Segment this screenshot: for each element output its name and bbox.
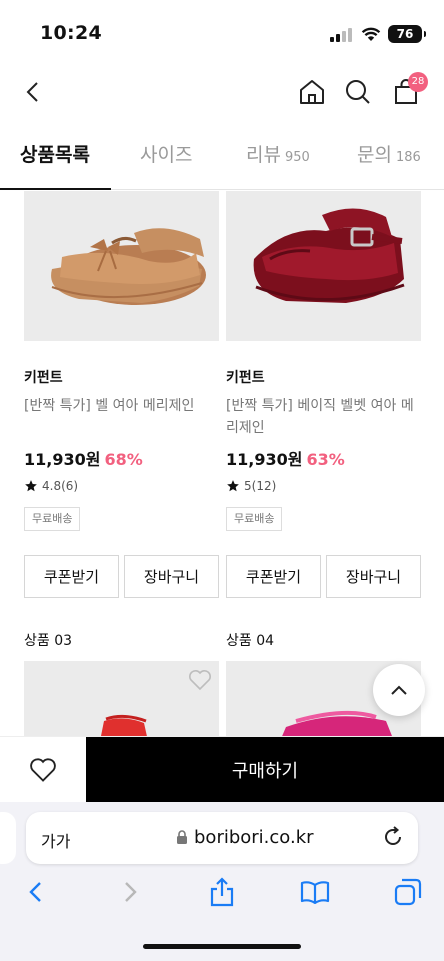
product-tabs: 상품목록 사이즈 리뷰 950 문의 186: [0, 126, 444, 190]
product-name[interactable]: [반짝 특가] 베이직 벨벳 여아 메리제인: [226, 395, 424, 439]
tab-label: 문의: [357, 144, 392, 166]
browser-back-button[interactable]: [20, 876, 50, 908]
add-to-cart-button[interactable]: 장바구니: [124, 555, 219, 598]
heart-icon: [30, 758, 56, 782]
cart-count-badge: 28: [408, 72, 428, 92]
lock-icon: [177, 830, 187, 844]
text-size-button[interactable]: 가가: [41, 828, 70, 852]
star-icon: [227, 480, 239, 492]
share-icon: [210, 877, 234, 907]
tabs-icon: [394, 878, 422, 906]
battery-indicator: 76: [388, 25, 426, 43]
discount-rate: 68%: [104, 450, 143, 469]
tab-reviews[interactable]: 리뷰 950: [246, 140, 310, 167]
rating-value: 4.8(6): [42, 479, 79, 493]
product-brand: 키펀트: [226, 370, 265, 386]
browser-forward-button[interactable]: [116, 876, 146, 908]
home-icon: [300, 80, 324, 104]
product-rating: 5(12): [226, 479, 276, 493]
url-text: boribori.co.kr: [194, 827, 314, 848]
cellular-signal-icon: [330, 28, 354, 42]
rating-value: 5(12): [244, 479, 277, 493]
active-tab-indicator: [0, 188, 111, 190]
shoe-illustration: [51, 228, 206, 305]
back-button[interactable]: [14, 74, 50, 110]
chevron-left-icon: [26, 82, 38, 102]
wifi-icon: [361, 27, 381, 41]
coupon-button[interactable]: 쿠폰받기: [226, 555, 321, 598]
previous-tab-preview[interactable]: [0, 812, 16, 864]
address-bar[interactable]: 가가 boribori.co.kr: [26, 812, 418, 864]
status-bar: 10:24 76: [0, 0, 444, 64]
product-rating: 4.8(6): [24, 479, 78, 493]
inquiry-count: 186: [395, 150, 421, 165]
coupon-button[interactable]: 쿠폰받기: [24, 555, 119, 598]
wishlist-button[interactable]: [0, 737, 86, 803]
reload-icon[interactable]: [382, 826, 404, 848]
product-actions: 쿠폰받기 장바구니: [24, 555, 219, 598]
product-image[interactable]: [24, 661, 219, 741]
search-icon: [346, 80, 370, 104]
url-display[interactable]: boribori.co.kr: [176, 827, 314, 848]
product-price: 11,930원: [24, 450, 101, 469]
tab-label: 리뷰: [246, 144, 281, 166]
chevron-right-icon: [125, 882, 137, 902]
tab-size[interactable]: 사이즈: [140, 140, 192, 167]
tab-label: 상품목록: [20, 144, 90, 166]
tab-inquiry[interactable]: 문의 186: [357, 140, 421, 167]
home-button[interactable]: [294, 74, 330, 110]
product-image[interactable]: [24, 191, 219, 341]
product-actions: 쿠폰받기 장바구니: [226, 555, 421, 598]
product-label: 상품 04: [226, 633, 275, 649]
scroll-to-top-button[interactable]: [373, 664, 425, 716]
home-indicator: [143, 944, 301, 949]
add-to-cart-button[interactable]: 장바구니: [326, 555, 421, 598]
product-price: 11,930원: [226, 450, 303, 469]
review-count: 950: [284, 150, 310, 165]
search-button[interactable]: [340, 74, 376, 110]
product-image[interactable]: [226, 191, 421, 341]
free-shipping-tag: 무료배송: [226, 507, 283, 531]
purchase-bar: 구매하기: [0, 736, 444, 803]
book-icon: [300, 881, 330, 904]
product-label: 상품 03: [24, 633, 73, 649]
bookmarks-button[interactable]: [300, 876, 330, 908]
chevron-left-icon: [29, 882, 41, 902]
product-price-row: 11,930원 63%: [226, 446, 345, 470]
app-header: 28: [0, 64, 444, 120]
cart-button[interactable]: 28: [388, 72, 428, 110]
chevron-up-icon: [391, 685, 407, 695]
product-name[interactable]: [반짝 특가] 벨 여아 메리제인: [24, 395, 222, 417]
buy-now-button[interactable]: 구매하기: [86, 737, 444, 803]
heart-icon[interactable]: [188, 669, 212, 691]
star-icon: [25, 480, 37, 492]
product-price-row: 11,930원 68%: [24, 446, 143, 470]
shoe-illustration: [253, 208, 405, 303]
tab-product-list[interactable]: 상품목록: [20, 140, 90, 167]
free-shipping-tag: 무료배송: [24, 507, 81, 531]
tab-label: 사이즈: [140, 144, 193, 166]
product-brand: 키펀트: [24, 370, 63, 386]
tabs-button[interactable]: [393, 876, 423, 908]
share-button[interactable]: [207, 876, 237, 908]
status-time: 10:24: [40, 22, 102, 44]
discount-rate: 63%: [306, 450, 345, 469]
